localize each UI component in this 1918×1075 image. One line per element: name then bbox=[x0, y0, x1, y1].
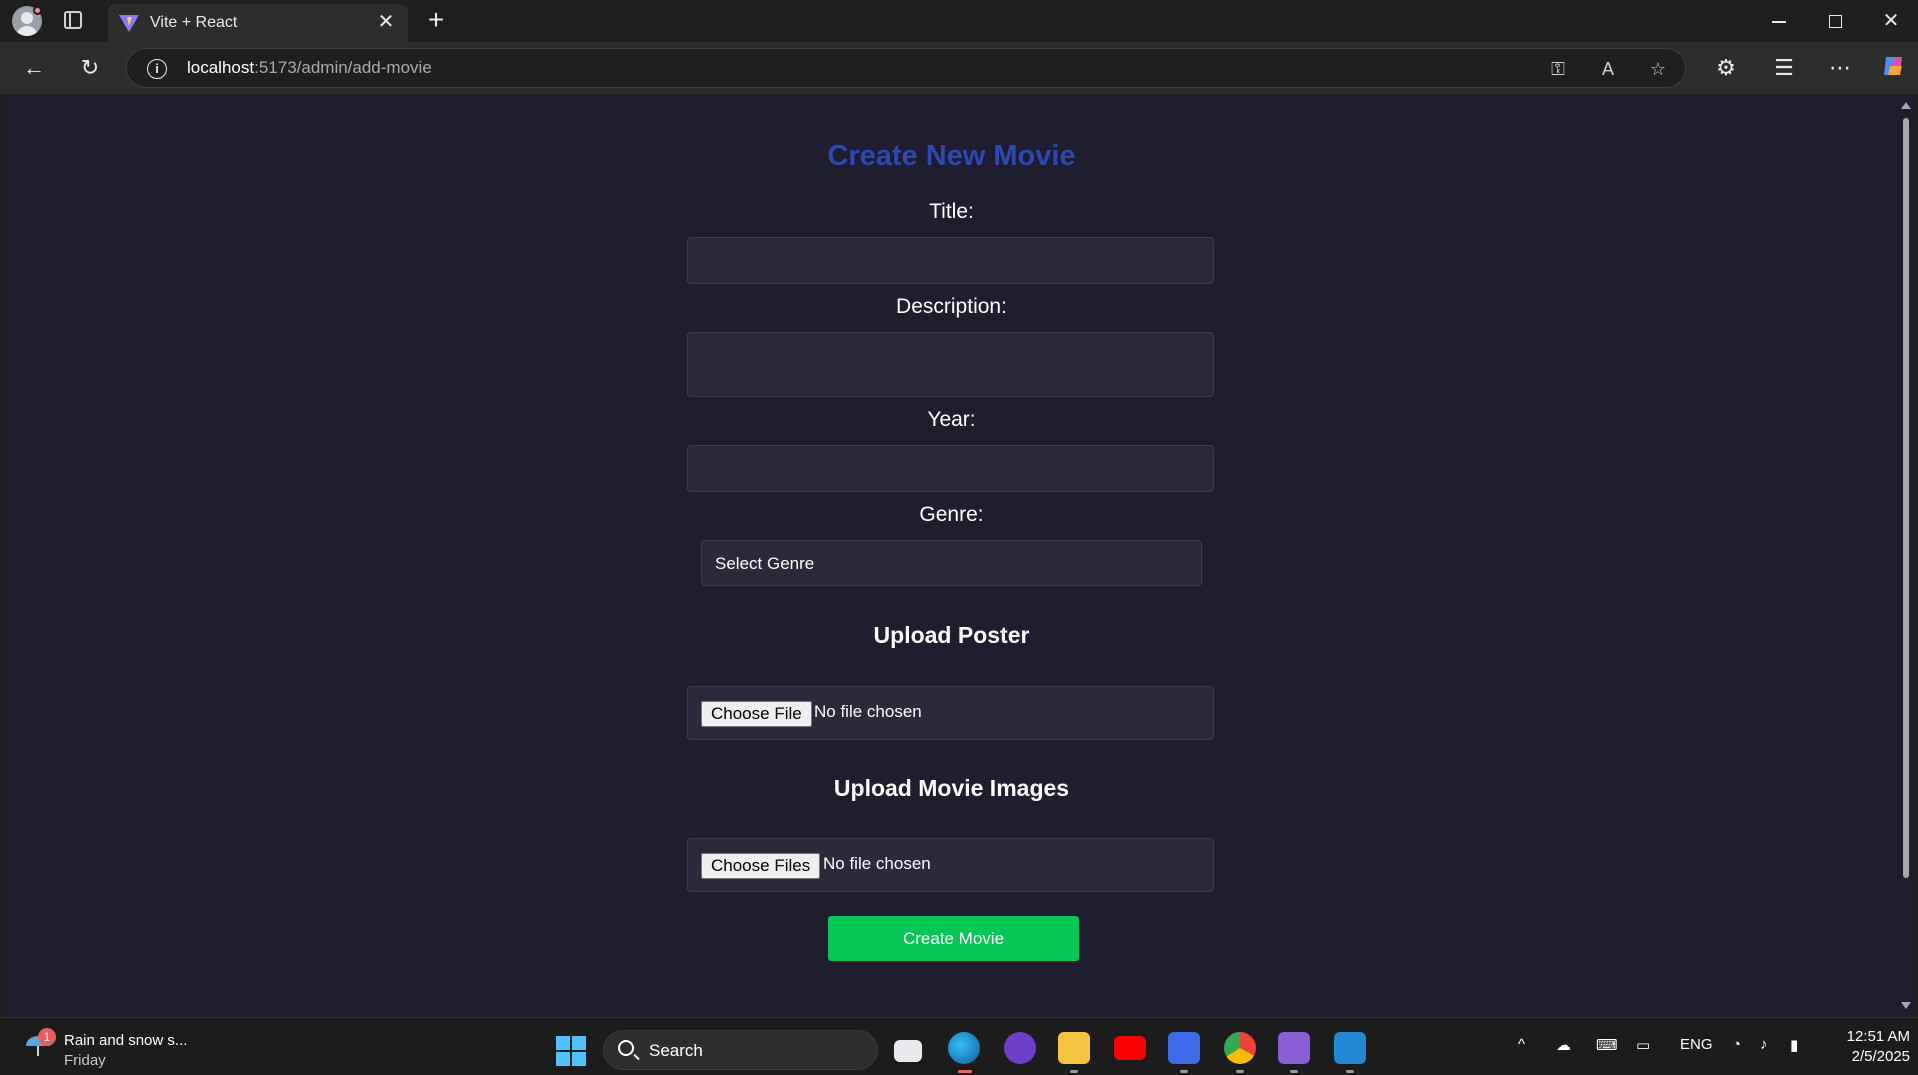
youtube-icon[interactable] bbox=[1114, 1036, 1146, 1060]
edge-browser-icon[interactable] bbox=[948, 1032, 980, 1064]
display-icon[interactable]: ▭ bbox=[1636, 1036, 1650, 1054]
tab-close-icon[interactable]: ✕ bbox=[374, 10, 398, 34]
search-label: Search bbox=[649, 1041, 703, 1060]
vscode-icon[interactable] bbox=[1334, 1032, 1366, 1064]
language-indicator[interactable]: ENG bbox=[1680, 1036, 1713, 1053]
year-label: Year: bbox=[927, 408, 976, 431]
onedrive-error-icon[interactable]: ☁ bbox=[1556, 1036, 1571, 1054]
analytics-app-icon[interactable] bbox=[1168, 1032, 1200, 1064]
create-movie-button[interactable]: Create Movie bbox=[828, 916, 1079, 961]
chrome-icon[interactable] bbox=[1224, 1032, 1256, 1064]
tab-title: Vite + React bbox=[150, 14, 238, 31]
page-scrollbar[interactable] bbox=[1898, 94, 1914, 1017]
title-label: Title: bbox=[929, 200, 974, 223]
page-title: Create New Movie bbox=[827, 140, 1076, 172]
tab-actions-menu-icon[interactable] bbox=[64, 11, 82, 29]
favorite-star-icon[interactable]: ☆ bbox=[1647, 58, 1669, 80]
choose-images-button[interactable]: Choose Files bbox=[701, 853, 821, 879]
back-arrow-icon[interactable]: ← bbox=[20, 54, 48, 82]
visual-studio-indicator bbox=[1290, 1070, 1298, 1073]
profile-notification-dot bbox=[33, 6, 42, 15]
visual-studio-icon[interactable] bbox=[1278, 1032, 1310, 1064]
file-explorer-indicator bbox=[1070, 1070, 1078, 1073]
address-host: localhost bbox=[187, 58, 255, 77]
create-movie-form: Create New Movie Title: Description: Yea… bbox=[5, 94, 1898, 1017]
file-explorer-icon[interactable] bbox=[1058, 1032, 1090, 1064]
choose-poster-button[interactable]: Choose File bbox=[701, 701, 812, 727]
vite-logo-icon bbox=[119, 15, 139, 32]
site-info-icon[interactable]: i bbox=[147, 59, 167, 79]
system-clock[interactable]: 12:51 AM 2/5/2025 bbox=[1820, 1027, 1910, 1067]
genre-label: Genre: bbox=[919, 503, 984, 526]
address-url[interactable]: localhost:5173/admin/add-movie bbox=[187, 58, 432, 78]
title-input[interactable] bbox=[687, 237, 1214, 284]
browser-tab-bar: Vite + React ✕ + ✕ bbox=[0, 0, 1918, 42]
poster-file-status: No file chosen bbox=[814, 702, 922, 721]
show-hidden-icons-chevron-icon[interactable]: ^ bbox=[1518, 1036, 1525, 1053]
windows-start-icon[interactable] bbox=[556, 1036, 586, 1066]
scroll-down-arrow-icon[interactable] bbox=[1901, 1002, 1911, 1009]
window-minimize-button[interactable] bbox=[1764, 8, 1792, 34]
images-file-status: No file chosen bbox=[823, 854, 931, 873]
favorites-icon[interactable]: ☰ bbox=[1770, 54, 1798, 82]
scroll-thumb[interactable] bbox=[1903, 118, 1909, 878]
genre-select[interactable]: Select Genre bbox=[701, 540, 1202, 586]
window-restore-button[interactable] bbox=[1820, 8, 1848, 34]
upload-poster-heading: Upload Poster bbox=[873, 622, 1030, 648]
search-icon bbox=[618, 1040, 634, 1056]
clock-date: 2/5/2025 bbox=[1851, 1048, 1910, 1065]
weather-alert-badge: 1 bbox=[38, 1028, 56, 1046]
images-file-input: Choose Files No file chosen bbox=[687, 838, 1214, 892]
genre-selected-value: Select Genre bbox=[715, 554, 815, 573]
windows-taskbar: 1 Rain and snow s... Friday Search ^ ☁ ⌨… bbox=[0, 1017, 1918, 1075]
window-close-button[interactable]: ✕ bbox=[1877, 8, 1905, 34]
scroll-up-arrow-icon[interactable] bbox=[1901, 102, 1911, 109]
key-icon[interactable]: ⚿ bbox=[1547, 58, 1569, 80]
wifi-icon[interactable]: ◔ bbox=[1732, 1036, 1741, 1053]
more-options-icon[interactable]: ⋯ bbox=[1826, 54, 1854, 82]
edge-active-indicator bbox=[958, 1070, 972, 1073]
description-label: Description: bbox=[896, 295, 1007, 318]
description-textarea[interactable] bbox=[687, 332, 1214, 397]
poster-file-input: Choose File No file chosen bbox=[687, 686, 1214, 740]
task-view-icon[interactable] bbox=[894, 1040, 922, 1062]
github-desktop-icon[interactable] bbox=[1004, 1032, 1036, 1064]
tab-vite-react[interactable]: Vite + React ✕ bbox=[108, 4, 408, 42]
volume-icon[interactable]: ♪ bbox=[1760, 1036, 1768, 1053]
taskbar-search[interactable]: Search bbox=[603, 1030, 878, 1070]
clock-time: 12:51 AM bbox=[1846, 1028, 1910, 1045]
page-viewport: Create New Movie Title: Description: Yea… bbox=[5, 94, 1898, 1017]
chrome-indicator bbox=[1236, 1070, 1244, 1073]
keyboard-icon[interactable]: ⌨ bbox=[1596, 1036, 1618, 1054]
analytics-indicator bbox=[1180, 1070, 1188, 1073]
browser-toolbar: ← ↻ i localhost:5173/admin/add-movie ⚿ A… bbox=[0, 42, 1918, 94]
upload-images-heading: Upload Movie Images bbox=[833, 775, 1070, 801]
weather-day: Friday bbox=[64, 1052, 106, 1069]
battery-icon[interactable]: ▮ bbox=[1790, 1036, 1798, 1054]
year-input[interactable] bbox=[687, 445, 1214, 492]
read-aloud-icon[interactable]: A bbox=[1597, 58, 1619, 80]
reload-icon[interactable]: ↻ bbox=[76, 54, 104, 82]
copilot-icon[interactable] bbox=[1880, 52, 1908, 80]
extensions-icon[interactable]: ⚙ bbox=[1712, 54, 1740, 82]
new-tab-button[interactable]: + bbox=[422, 6, 450, 34]
vscode-indicator bbox=[1346, 1070, 1354, 1073]
address-bar[interactable]: i localhost:5173/admin/add-movie ⚿ A ☆ bbox=[126, 48, 1686, 88]
weather-summary[interactable]: Rain and snow s... bbox=[64, 1032, 187, 1049]
address-path: :5173/admin/add-movie bbox=[254, 58, 432, 77]
